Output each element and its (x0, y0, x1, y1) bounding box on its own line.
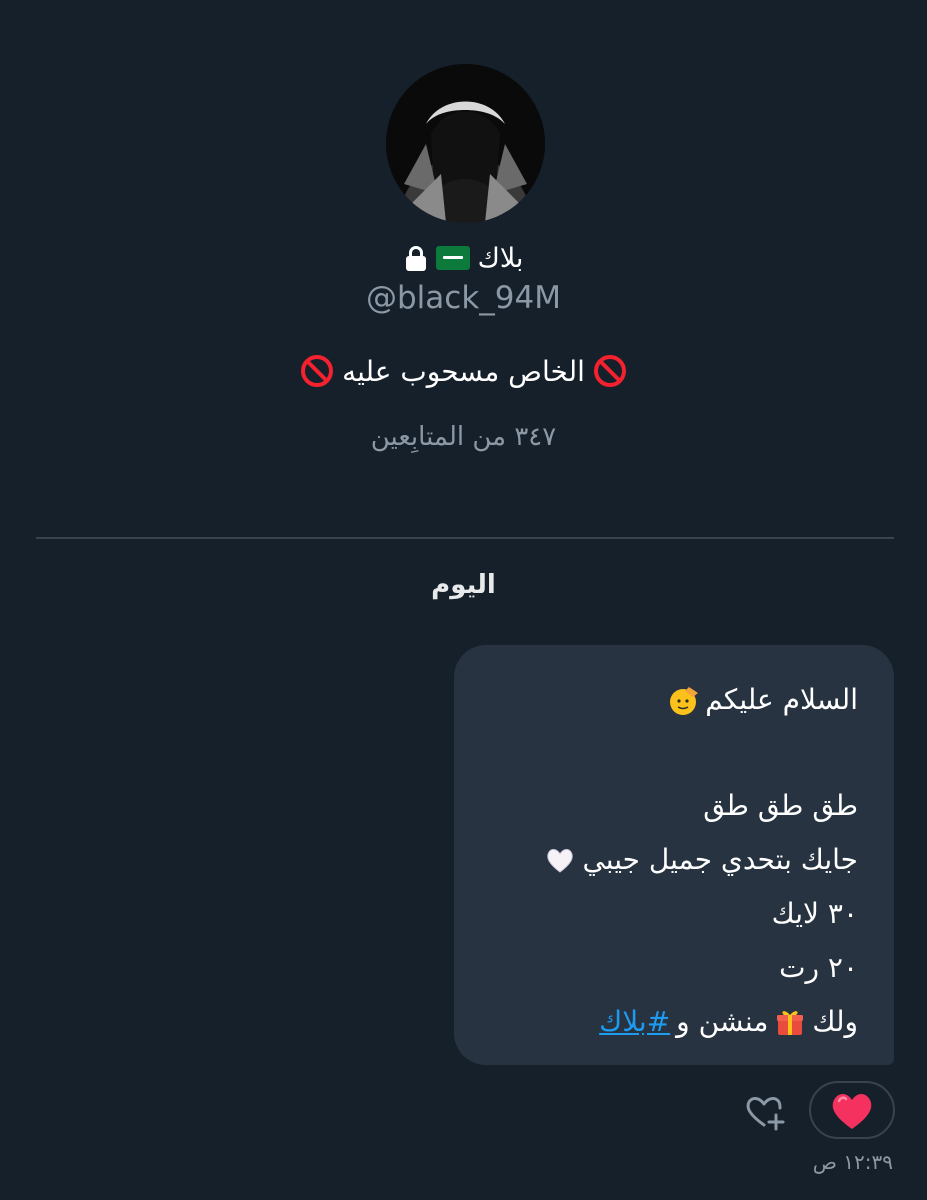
red-heart-emoji (832, 1094, 872, 1129)
reaction-pill[interactable] (809, 1081, 895, 1139)
saluting-face-emoji (670, 687, 699, 715)
message-bubble[interactable]: السلام عليكم طق طق طق جايك بتحدي جميل جي… (454, 645, 894, 1065)
message-line: السلام عليكم (474, 673, 858, 727)
display-name[interactable]: بلاك (478, 243, 524, 274)
profile-avatar[interactable] (386, 64, 545, 223)
gift-emoji (777, 1011, 804, 1035)
message-text: ٢٠ رت (779, 951, 858, 984)
message-text: ولك (812, 1005, 858, 1038)
message-text: السلام عليكم (705, 683, 858, 716)
lock-icon (404, 244, 428, 272)
username[interactable]: @black_94M (0, 280, 927, 316)
message-line: ٣٠ لايك (474, 887, 858, 941)
message-line: ولك منشن و #بلاك (474, 995, 858, 1049)
saudi-flag-icon (435, 246, 470, 270)
white-heart-emoji (547, 849, 574, 873)
day-separator: اليوم (431, 570, 496, 600)
message-timestamp: ١٢:٣٩ ص (812, 1150, 893, 1174)
message-line: ٢٠ رت (474, 941, 858, 995)
message-line: طق طق طق (474, 779, 858, 833)
message-text: ٣٠ لايك (771, 897, 858, 930)
profile-bio: الخاص مسحوب عليه (0, 348, 927, 394)
message-text: منشن و (676, 1005, 769, 1038)
heart-plus-icon (746, 1097, 785, 1131)
message-text: طق طق طق (703, 789, 858, 822)
message-line: جايك بتحدي جميل جيبي (474, 833, 858, 887)
message-text: جايك بتحدي جميل جيبي (582, 843, 858, 876)
followers-count[interactable]: ٣٤٧ من المتابِعين (0, 422, 927, 452)
avatar-image (386, 64, 545, 223)
no-entry-icon (301, 355, 334, 387)
add-reaction-button[interactable] (738, 1085, 790, 1137)
hashtag-link[interactable]: #بلاك (599, 995, 670, 1049)
no-entry-icon (593, 355, 626, 387)
bio-text: الخاص مسحوب عليه (342, 354, 585, 388)
profile-name-row: بلاك (0, 238, 927, 278)
divider (36, 537, 894, 539)
